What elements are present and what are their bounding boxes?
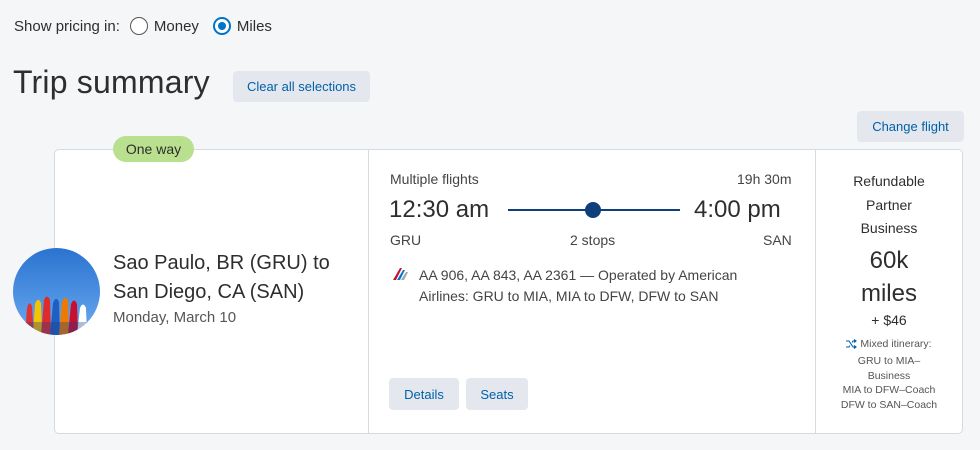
travel-date: Monday, March 10 <box>113 309 237 326</box>
fare-partner: Partner <box>866 196 912 213</box>
mixed-itinerary-header: Mixed itinerary: <box>846 337 932 352</box>
details-button[interactable]: Details <box>389 378 459 410</box>
departure-time: 12:30 am <box>389 196 490 223</box>
mixed-itinerary: Mixed itinerary: GRU to MIA– Business MI… <box>815 337 963 413</box>
mixed-itinerary-line: GRU to MIA– <box>857 355 921 368</box>
aa-logo-svg <box>393 268 408 280</box>
column-divider <box>368 150 369 433</box>
destination-image-art <box>13 248 100 335</box>
pricing-label: Show pricing in: <box>14 17 120 35</box>
route-text: Sao Paulo, BR (GRU) to San Diego, CA (SA… <box>113 249 363 307</box>
seats-button[interactable]: Seats <box>466 378 528 410</box>
radio-miles[interactable]: Miles <box>212 17 272 35</box>
shuffle-icon <box>846 339 858 350</box>
fare-refundable: Refundable <box>853 173 925 189</box>
clear-all-selections-button[interactable]: Clear all selections <box>233 71 370 102</box>
change-flight-button[interactable]: Change flight <box>857 111 964 142</box>
route-origin: Sao Paulo, BR (GRU) to <box>113 252 330 274</box>
arrival-airport: SAN <box>763 232 792 248</box>
fare-miles-unit: miles <box>860 279 917 307</box>
mixed-itinerary-line: MIA to DFW–Coach <box>842 384 936 397</box>
flight-segments: AA 906, AA 843, AA 2361 — Operated by Am… <box>419 267 738 304</box>
radio-miles-label[interactable]: Miles <box>237 18 272 35</box>
destination-image <box>13 248 100 335</box>
radio-miles-circle[interactable] <box>212 17 231 35</box>
route-destination: San Diego, CA (SAN) <box>113 281 305 303</box>
page-title: Trip summary <box>13 64 210 100</box>
mixed-itinerary-title: Mixed itinerary: <box>860 338 932 350</box>
mixed-itinerary-line: DFW to SAN–Coach <box>840 399 938 412</box>
radio-money-circle[interactable] <box>129 17 148 35</box>
fare-tax: + $46 <box>871 311 907 328</box>
radio-money[interactable]: Money <box>129 17 199 35</box>
stops-count: 2 stops <box>570 232 616 248</box>
fare-cabin: Business <box>860 220 918 236</box>
fare-miles-value: 60k <box>869 246 909 274</box>
radio-money-label[interactable]: Money <box>154 18 199 35</box>
flight-duration: 19h 30m <box>737 171 792 187</box>
pricing-toggle: Show pricing in: Money Miles <box>14 15 286 37</box>
departure-airport: GRU <box>390 232 422 248</box>
flight-type: Multiple flights <box>390 171 479 187</box>
one-way-badge: One way <box>113 136 194 162</box>
mixed-itinerary-line: Business <box>867 369 911 382</box>
arrival-time: 4:00 pm <box>694 196 781 223</box>
stop-indicator <box>585 202 601 218</box>
fare-summary: Refundable Partner Business 60k miles + … <box>815 170 963 330</box>
american-airlines-logo-icon <box>390 264 412 286</box>
